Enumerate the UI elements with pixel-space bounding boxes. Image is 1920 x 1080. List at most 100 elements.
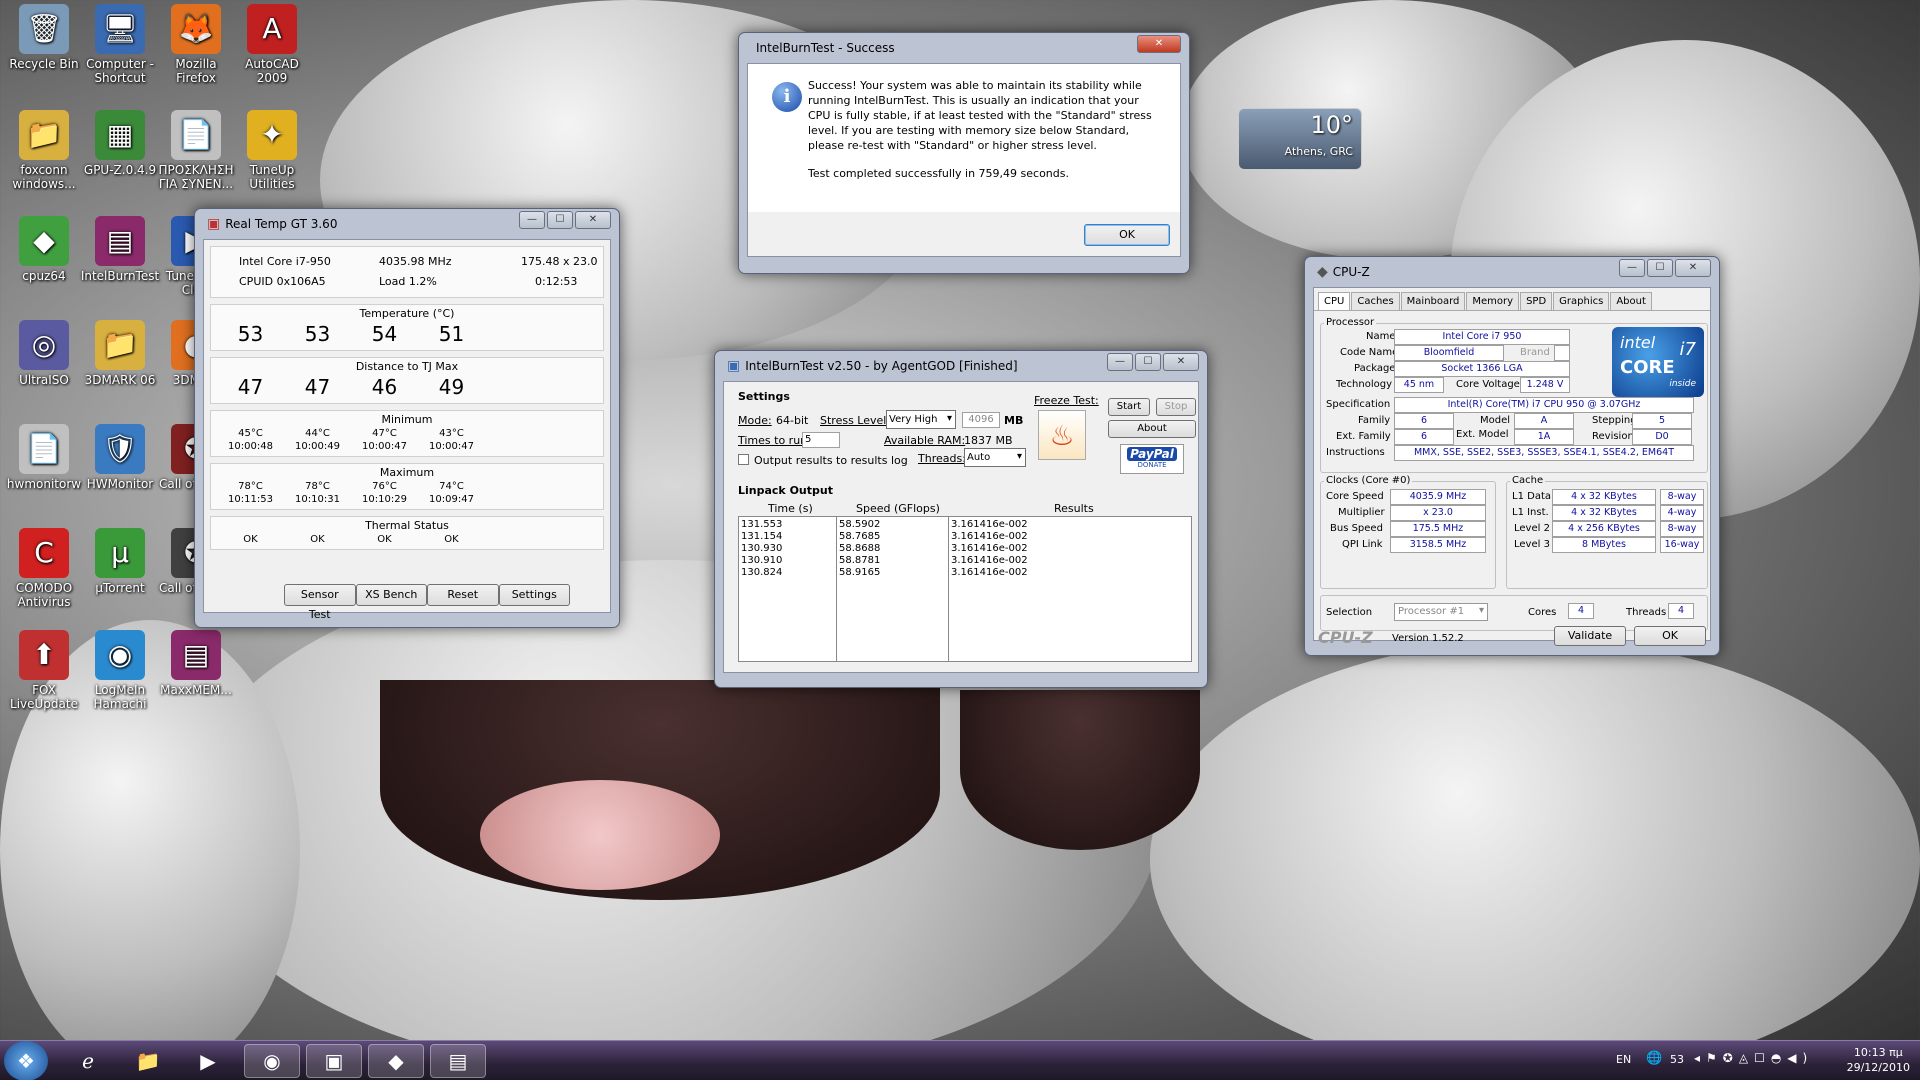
ok-button[interactable]: OK [1084,224,1170,246]
winrar-icon: ▤ [171,630,221,680]
cpuz-titlebar[interactable]: ◆ CPU-Z — ☐ ✕ [1313,257,1711,287]
desktop-icon[interactable]: 📁 foxconn windows... [4,110,84,191]
desktop-icon[interactable]: ▤ MaxxMEM... [156,630,236,697]
log-checkbox[interactable] [738,454,749,465]
desktop-icon-label: IntelBurnTest [80,269,160,283]
desktop-icon[interactable]: 🛡 HWMonitor [80,424,160,491]
desktop-icon[interactable]: 🖥 Computer - Shortcut [80,4,160,85]
ibt-titlebar[interactable]: ▣ IntelBurnTest v2.50 - by AgentGOD [Fin… [723,351,1199,381]
network-icon[interactable]: 🌐 [1646,1051,1662,1066]
close-icon[interactable]: ✕ [1675,259,1711,277]
desktop-icon[interactable]: ◉ LogMeIn Hamachi [80,630,160,711]
processor-select[interactable]: Processor #1 ▾ [1394,603,1488,621]
desktop-icon[interactable]: µ µTorrent [80,528,160,595]
weather-gadget[interactable]: 10° Athens, GRC [1238,108,1362,170]
desktop-icon[interactable]: 📄 hwmonitorw [4,424,84,491]
desktop-icon[interactable]: ◎ UltraISO [4,320,84,387]
maximize-icon[interactable]: ☐ [1647,259,1673,277]
start-button[interactable]: Start [1108,398,1150,416]
desktop-icon[interactable]: C COMODO Antivirus [4,528,84,609]
sensor-test-button[interactable]: Sensor Test [284,584,356,621]
hwmonitor-icon: 🛡 [95,424,145,474]
desktop-icon[interactable]: 📄 ΠΡΟΣΚΛΗΣΗ ΓΙΑ ΣΥΝΕΝ... [156,110,236,191]
maximize-icon[interactable]: ☐ [547,211,573,229]
stress-level-select[interactable]: Very High ▾ [886,410,956,429]
l1-data-ways: 8-way [1660,489,1704,505]
clock-time[interactable]: 10:13 πμ [1847,1045,1910,1060]
minimize-icon[interactable]: — [519,211,545,229]
realtemp-title: Real Temp GT 3.60 [225,217,338,231]
maximum-time-core-3: 10:09:47 [429,494,474,505]
minimum-temp-core-0: 45°C [238,428,263,439]
reset-button[interactable]: Reset [427,584,499,606]
validate-button[interactable]: Validate [1554,626,1626,646]
xs-bench-button[interactable]: XS Bench [355,584,427,606]
cpuz-ok-button[interactable]: OK [1634,626,1706,646]
clock-date[interactable]: 29/12/2010 [1847,1060,1910,1075]
desktop-icon[interactable]: 🦊 Mozilla Firefox [156,4,236,85]
tray-temperature[interactable]: 53 [1670,1053,1684,1066]
desktop-icon[interactable]: ▤ IntelBurnTest [80,216,160,283]
threads-select[interactable]: Auto ▾ [964,448,1026,467]
success-titlebar[interactable]: IntelBurnTest - Success ✕ [747,33,1181,63]
close-icon[interactable]: ✕ [1137,35,1181,53]
cpuz-tab-memory[interactable]: Memory [1466,292,1520,310]
log-checkbox-label: Output results to results log [754,454,908,467]
language-indicator[interactable]: EN [1616,1053,1631,1066]
revision-field: D0 [1632,429,1692,445]
package-field: Socket 1366 LGA [1394,361,1570,377]
cpuz-tab-spd[interactable]: SPD [1520,292,1553,310]
desktop-icon[interactable]: ⬆ FOX LiveUpdate [4,630,84,711]
taskbar-realtemp-icon[interactable]: ▣ [306,1044,362,1078]
desktop-icon[interactable]: ▦ GPU-Z.0.4.9 [80,110,160,177]
taskbar-media-player-icon[interactable]: ▶ [180,1044,236,1078]
desktop-icon[interactable]: 📁 3DMARK 06 [80,320,160,387]
about-button[interactable]: About [1108,420,1196,438]
cpuz-icon: ◆ [19,216,69,266]
settings-heading: Settings [738,390,790,403]
tray-icons[interactable]: ◂⚑✪◬☐◓◀) [1694,1051,1813,1065]
maximize-icon[interactable]: ☐ [1135,353,1161,371]
desktop-icon-label: TuneUp Utilities [249,163,295,191]
minimize-icon[interactable]: — [1619,259,1645,277]
core-speed-label: Core Speed [1326,491,1384,502]
cpuz-tab-caches[interactable]: Caches [1351,292,1400,310]
taskbar-explorer-icon[interactable]: 📁 [120,1044,176,1078]
desktop-icon[interactable]: ✦ TuneUp Utilities [232,110,312,191]
folder-icon: 📁 [95,320,145,370]
close-icon[interactable]: ✕ [1163,353,1199,371]
desktop-icon[interactable]: ◆ cpuz64 [4,216,84,283]
linpack-cell: 58.9165 [839,567,881,578]
realtemp-app-icon: ▣ [207,216,221,232]
times-to-run-field[interactable]: 5 [802,432,840,448]
settings-button[interactable]: Settings [498,584,570,606]
intelburntest-window: ▣ IntelBurnTest v2.50 - by AgentGOD [Fin… [714,350,1208,688]
paypal-donate-button[interactable]: PayPal DONATE [1120,444,1184,474]
desktop-icon[interactable]: 🗑 Recycle Bin [4,4,84,71]
stop-button[interactable]: Stop [1156,398,1196,416]
taskbar-intelburntest-icon[interactable]: ▤ [430,1044,486,1078]
start-button[interactable]: ❖ [4,1041,48,1080]
desktop-icon-label: ΠΡΟΣΚΛΗΣΗ ΓΙΑ ΣΥΝΕΝ... [158,163,234,191]
taskbar-hamachi-icon[interactable]: ◉ [244,1044,300,1078]
fire-icon[interactable]: ♨ [1038,410,1086,460]
cpuz-tab-graphics[interactable]: Graphics [1553,292,1610,310]
cpuz-tab-cpu[interactable]: CPU [1318,292,1351,310]
linpack-output-table[interactable]: 131.553 131.154 130.930 130.910 130.824 58.5… [738,516,1192,662]
memory-size-field[interactable]: 4096 [962,412,1000,428]
cpuz-tab-mainboard[interactable]: Mainboard [1400,292,1466,310]
technology-field: 45 nm [1394,377,1444,393]
codename-field: Bloomfield [1394,345,1504,361]
taskbar-ie-icon[interactable]: ℯ [60,1044,116,1078]
realtemp-titlebar[interactable]: ▣ Real Temp GT 3.60 — ☐ ✕ [203,209,611,239]
desktop-icon[interactable]: A AutoCAD 2009 [232,4,312,85]
minimize-icon[interactable]: — [1107,353,1133,371]
cpuz-tab-about[interactable]: About [1610,292,1652,310]
close-icon[interactable]: ✕ [575,211,611,229]
maximum-time-row: 10:11:53 10:10:31 10:10:29 10:09:47 [211,494,603,505]
taskbar-cpuz-icon[interactable]: ◆ [368,1044,424,1078]
hamachi-icon: ◉ [95,630,145,680]
linpack-cell: 58.7685 [839,531,881,542]
minimum-time-core-2: 10:00:47 [362,441,407,452]
minimum-temp-core-3: 43°C [439,428,464,439]
